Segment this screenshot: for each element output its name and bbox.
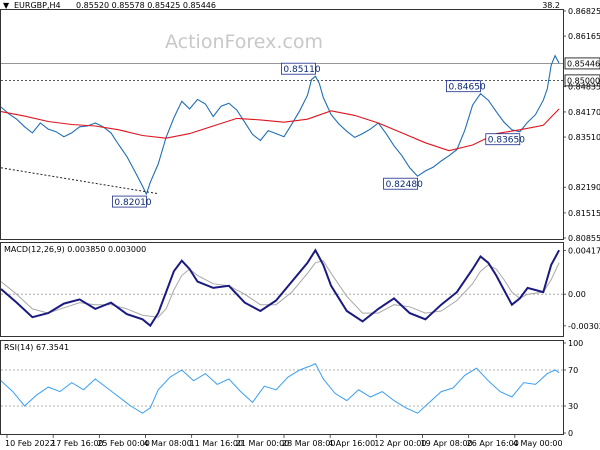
rsi-tick-label: 70 (568, 366, 578, 375)
rsi-y-axis: 100 70 30 0 (563, 339, 583, 438)
rsi-tick-label: 0 (568, 429, 573, 438)
current-price-label: 0.85446 (567, 59, 600, 68)
macd-panel-frame (0, 242, 564, 337)
price-y-axis: 0.868250.861650.854460.850000.848350.841… (563, 7, 600, 243)
x-tick-label: 4 Mar 08:00 (144, 439, 192, 448)
x-tick-label: 17 Feb 16:00 (51, 439, 103, 448)
header-arrow[interactable]: ▼ (3, 1, 10, 10)
rsi-tick-label: 30 (568, 402, 578, 411)
x-tick-label: 25 Feb 00:00 (97, 439, 149, 448)
rsi-panel-frame (0, 340, 564, 435)
macd-tick-label: 0.004177 (568, 246, 600, 255)
x-tick-label: 26 Apr 16:00 (467, 439, 519, 448)
price-tick-label: 0.82190 (568, 183, 600, 192)
header-ohlc: 0.85520 0.85578 0.85425 0.85446 (76, 1, 216, 10)
x-tick-label: 12 Apr 00:00 (374, 439, 426, 448)
rsi-label: RSI(14) 67.3541 (4, 343, 69, 352)
price-tick-label: 0.84835 (568, 83, 600, 92)
price-annotation-label: 0.84650 (448, 83, 485, 93)
x-tick-label: 19 Apr 08:00 (421, 439, 473, 448)
macd-label: MACD(12,26,9) 0.003850 0.003000 (4, 245, 146, 254)
x-tick-label: 4 Apr 16:00 (328, 439, 375, 448)
header-symbol: EURGBP,H4 (14, 1, 61, 10)
price-tick-label: 0.83510 (568, 133, 600, 142)
x-tick-label: 10 Feb 2022 (5, 439, 55, 448)
price-annotation-label: 0.82010 (114, 198, 151, 208)
eurgbp-chart: ▼ EURGBP,H4 0.85520 0.85578 0.85425 0.85… (0, 1, 600, 448)
price-tick-label: 0.86825 (568, 7, 600, 16)
rsi-tick-label: 100 (568, 339, 583, 348)
price-tick-label: 0.84170 (568, 108, 600, 117)
macd-tick-label: -0.003022 (568, 322, 600, 331)
price-tick-label: 0.86165 (568, 32, 600, 41)
price-annotation-label: 0.83650 (488, 136, 525, 146)
header-corner-value: 38.2 (542, 1, 560, 10)
x-tick-label: 4 May 00:00 (513, 439, 563, 448)
price-annotation-label: 0.85110 (283, 65, 320, 75)
price-annotation-label: 0.82480 (386, 180, 423, 190)
price-tick-label: 0.81515 (568, 209, 600, 218)
time-x-axis: 10 Feb 202217 Feb 16:0025 Feb 00:004 Mar… (5, 435, 563, 448)
macd-tick-label: 0.00 (568, 290, 586, 299)
watermark: ActionForex.com (165, 31, 323, 53)
price-tick-label: 0.80855 (568, 234, 600, 243)
